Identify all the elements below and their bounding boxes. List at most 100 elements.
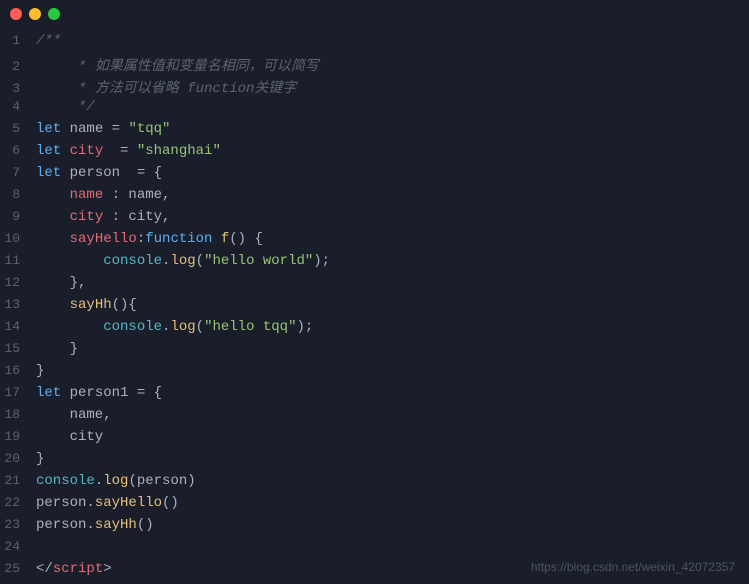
- title-bar: [0, 0, 749, 28]
- line-number: 8: [0, 187, 36, 202]
- code-line: 20}: [0, 450, 749, 472]
- token-plain: (){: [112, 297, 137, 313]
- code-line: 14 console.log("hello tqq");: [0, 318, 749, 340]
- token-fn: log: [170, 319, 195, 335]
- token-pink: name: [70, 187, 104, 203]
- watermark: https://blog.csdn.net/weixin_42072357: [531, 560, 735, 574]
- token-fn: sayHh: [70, 297, 112, 313]
- line-number: 2: [0, 59, 36, 74]
- token-plain: =: [112, 121, 129, 137]
- code-editor: 1/**2 * 如果属性值和变量名相同，可以简写3 * 方法可以省略 funct…: [0, 28, 749, 584]
- token-plain: name,: [36, 407, 112, 423]
- line-number: 16: [0, 363, 36, 378]
- code-line: 1/**: [0, 32, 749, 54]
- token-plain: [36, 319, 103, 335]
- token-plain: : city,: [103, 209, 170, 225]
- line-number: 13: [0, 297, 36, 312]
- token-kw: let: [36, 143, 70, 159]
- code-line: 13 sayHh(){: [0, 296, 749, 318]
- line-code: console.log("hello tqq");: [36, 319, 313, 335]
- token-pink: sayHello: [70, 231, 137, 247]
- token-cyan: console: [103, 319, 162, 335]
- token-plain: }: [36, 451, 44, 467]
- token-kw: function: [145, 231, 212, 247]
- token-plain: :: [137, 231, 145, 247]
- line-code: let name = "tqq": [36, 121, 170, 137]
- line-code: console.log(person): [36, 473, 196, 489]
- code-line: 23person.sayHh(): [0, 516, 749, 538]
- code-line: 9 city : city,: [0, 208, 749, 230]
- line-number: 20: [0, 451, 36, 466]
- line-number: 3: [0, 81, 36, 96]
- token-cyan: console: [103, 253, 162, 269]
- line-code: },: [36, 275, 86, 291]
- line-number: 23: [0, 517, 36, 532]
- line-number: 10: [0, 231, 36, 246]
- line-code: }: [36, 363, 44, 379]
- code-line: 6let city = "shanghai": [0, 142, 749, 164]
- line-number: 9: [0, 209, 36, 224]
- token-fn: sayHello: [95, 495, 162, 511]
- token-str: "hello tqq": [204, 319, 296, 335]
- token-pink: script: [53, 561, 103, 577]
- token-plain: }: [36, 341, 78, 357]
- line-code: sayHello:function f() {: [36, 231, 263, 247]
- line-number: 17: [0, 385, 36, 400]
- line-code: name,: [36, 407, 112, 423]
- code-line: 2 * 如果属性值和变量名相同，可以简写: [0, 54, 749, 76]
- line-code: }: [36, 451, 44, 467]
- line-number: 21: [0, 473, 36, 488]
- token-plain: () {: [229, 231, 263, 247]
- line-code: person.sayHh(): [36, 517, 154, 533]
- token-plain: person = {: [70, 165, 162, 181]
- line-code: /**: [36, 33, 61, 49]
- token-plain: city: [36, 429, 103, 445]
- token-pink: city: [70, 143, 104, 159]
- line-number: 12: [0, 275, 36, 290]
- minimize-button[interactable]: [29, 8, 41, 20]
- line-number: 7: [0, 165, 36, 180]
- line-code: let city = "shanghai": [36, 143, 221, 159]
- token-plain: =: [103, 143, 137, 159]
- token-plain: }: [36, 363, 44, 379]
- code-line: 12 },: [0, 274, 749, 296]
- code-line: 18 name,: [0, 406, 749, 428]
- token-plain: [36, 187, 70, 203]
- token-str: "shanghai": [137, 143, 221, 159]
- token-fn: f: [221, 231, 229, 247]
- token-fn: sayHh: [95, 517, 137, 533]
- line-code: city: [36, 429, 103, 445]
- token-plain: </: [36, 561, 53, 577]
- code-line: 11 console.log("hello world");: [0, 252, 749, 274]
- token-comment: * 方法可以省略 function关键字: [36, 81, 296, 97]
- line-code: city : city,: [36, 209, 170, 225]
- line-code: person.sayHello(): [36, 495, 179, 511]
- token-plain: );: [296, 319, 313, 335]
- token-plain: [36, 209, 70, 225]
- close-button[interactable]: [10, 8, 22, 20]
- code-line: 4 */: [0, 98, 749, 120]
- token-plain: .: [95, 473, 103, 489]
- token-plain: person.: [36, 517, 95, 533]
- token-plain: [36, 253, 103, 269]
- token-cyan: console: [36, 473, 95, 489]
- line-code: }: [36, 341, 78, 357]
- line-number: 25: [0, 561, 36, 576]
- code-line: 16}: [0, 362, 749, 384]
- code-line: 22person.sayHello(): [0, 494, 749, 516]
- code-line: 3 * 方法可以省略 function关键字: [0, 76, 749, 98]
- line-number: 24: [0, 539, 36, 554]
- token-str: "hello world": [204, 253, 313, 269]
- code-line: 10 sayHello:function f() {: [0, 230, 749, 252]
- token-plain: [212, 231, 220, 247]
- line-number: 19: [0, 429, 36, 444]
- token-kw: let: [36, 385, 70, 401]
- line-code: let person = {: [36, 165, 162, 181]
- line-number: 1: [0, 33, 36, 48]
- maximize-button[interactable]: [48, 8, 60, 20]
- token-plain: (): [137, 517, 154, 533]
- token-comment: */: [36, 99, 95, 115]
- token-comment: /**: [36, 33, 61, 49]
- token-fn: log: [170, 253, 195, 269]
- token-plain: [36, 297, 70, 313]
